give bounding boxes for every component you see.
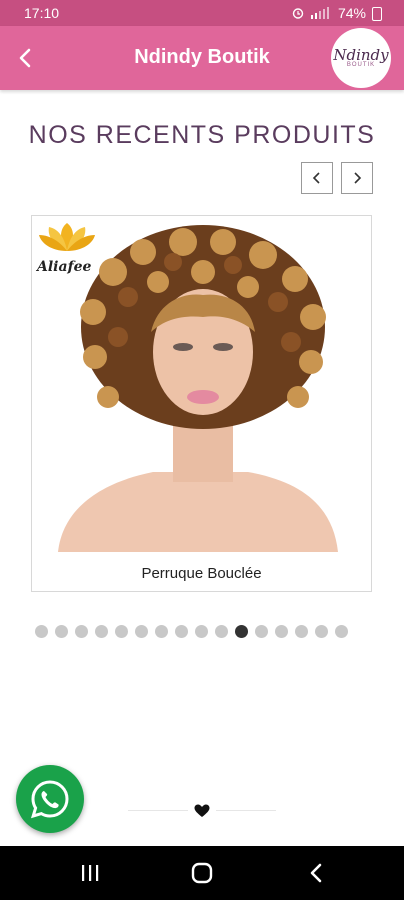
chevron-right-icon — [354, 172, 362, 184]
carousel-dot[interactable] — [335, 625, 348, 638]
system-back-button[interactable] — [302, 859, 330, 887]
alarm-icon — [292, 8, 304, 19]
app-bar: Ndindy Boutik Ndindy BOUTIK — [0, 26, 404, 90]
carousel-dot[interactable] — [55, 625, 68, 638]
logo-subtext: BOUTIK — [346, 62, 376, 68]
battery-icon — [372, 7, 382, 21]
heart-icon — [194, 804, 210, 817]
product-name: Perruque Bouclée — [141, 565, 262, 582]
carousel-pagination — [35, 625, 348, 638]
signal-icon — [310, 7, 329, 19]
system-nav-bar — [0, 846, 404, 900]
footer-divider-left — [128, 810, 188, 811]
carousel-dot[interactable] — [75, 625, 88, 638]
brand-watermark: Aliafee — [37, 221, 102, 281]
home-button[interactable] — [188, 859, 216, 887]
battery-percent: 74% — [337, 5, 366, 21]
recent-apps-icon — [82, 865, 99, 881]
status-time: 17:10 — [24, 5, 60, 21]
carousel-dot[interactable] — [95, 625, 108, 638]
section-title: NOS RECENTS PRODUITS — [28, 121, 376, 149]
carousel-dot[interactable] — [255, 625, 268, 638]
carousel-dot[interactable] — [195, 625, 208, 638]
carousel-dot[interactable] — [175, 625, 188, 638]
carousel-dot[interactable] — [135, 625, 148, 638]
whatsapp-button[interactable] — [16, 765, 84, 833]
carousel-dot[interactable] — [275, 625, 288, 638]
footer-divider-right — [216, 810, 276, 811]
carousel-dot[interactable] — [295, 625, 308, 638]
carousel-dot[interactable] — [35, 625, 48, 638]
carousel-dot-active[interactable] — [235, 625, 248, 638]
home-icon — [191, 862, 213, 884]
carousel-next-button[interactable] — [341, 162, 373, 194]
recent-apps-button[interactable] — [76, 859, 104, 887]
brand-logo[interactable]: Ndindy BOUTIK — [331, 28, 391, 88]
brand-name: Aliafee — [37, 259, 92, 275]
carousel-dot[interactable] — [315, 625, 328, 638]
carousel-dot[interactable] — [215, 625, 228, 638]
brand-flower-icon — [39, 223, 95, 251]
status-icons: 74% — [292, 5, 382, 21]
carousel-dot[interactable] — [155, 625, 168, 638]
logo-text: Ndindy — [333, 46, 389, 64]
carousel-dot[interactable] — [115, 625, 128, 638]
carousel-prev-button[interactable] — [301, 162, 333, 194]
chevron-left-icon — [312, 172, 320, 184]
status-bar: 17:10 74% — [0, 0, 404, 26]
system-back-icon — [310, 863, 322, 883]
product-card[interactable]: Aliafee Perruque Bouclée — [31, 215, 372, 592]
whatsapp-icon — [30, 780, 69, 819]
